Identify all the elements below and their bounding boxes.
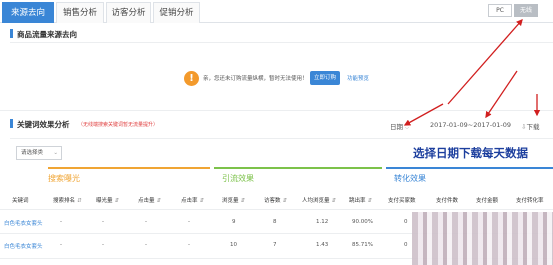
cell-rank: - — [60, 219, 62, 225]
column-header-label: 点击量 — [138, 198, 155, 204]
keyword-link[interactable]: 白色毛衣女套头 — [4, 219, 43, 227]
arrow-to-wireless — [447, 19, 523, 105]
sort-icon: ⇵ — [282, 198, 288, 204]
group-traffic-effect: 引流效果 — [222, 174, 254, 183]
column-header-label: 支付件数 — [436, 198, 459, 204]
column-header-label: 曝光量 — [96, 198, 113, 204]
cell-buyers: 0 — [404, 219, 408, 225]
column-header-label: 人均浏览量 — [302, 198, 330, 204]
column-header-label: 点击率 — [181, 198, 198, 204]
column-header[interactable]: 浏览量 ⇵ — [222, 196, 245, 204]
column-header-label: 搜索排名 — [53, 198, 76, 204]
group-conversion-effect: 转化效果 — [394, 174, 426, 183]
sort-icon: ⇵ — [114, 198, 120, 204]
column-header-label: 跳出率 — [349, 198, 366, 204]
cell-rank: - — [60, 242, 62, 248]
column-header-label: 浏览量 — [222, 198, 239, 204]
cell-clicks: - — [145, 219, 147, 225]
cell-exposure: - — [102, 219, 104, 225]
sort-icon: ⇵ — [199, 198, 205, 204]
sort-icon: ⇵ — [331, 198, 337, 204]
column-header[interactable]: 支付买家数 — [388, 196, 416, 204]
cell-exposure: - — [102, 242, 104, 248]
column-header[interactable]: 曝光量 ⇵ — [96, 196, 119, 204]
cell-buyers: 0 — [404, 242, 408, 248]
cell-uv: 8 — [273, 219, 277, 225]
column-header-label: 支付买家数 — [388, 198, 416, 204]
column-header[interactable]: 跳出率 ⇵ — [349, 196, 372, 204]
group-search-line — [48, 167, 210, 169]
group-search-exposure: 搜索曝光 — [48, 174, 80, 183]
obscured-values — [412, 212, 553, 265]
column-header[interactable]: 访客数 ⇵ — [264, 196, 287, 204]
sort-icon: ⇵ — [240, 198, 246, 204]
column-header[interactable]: 点击量 ⇵ — [138, 196, 161, 204]
column-header[interactable]: 点击率 ⇵ — [181, 196, 204, 204]
cell-ctr: - — [188, 219, 190, 225]
cell-avg-pv: 1.43 — [316, 242, 329, 248]
column-header: 关键词 — [12, 198, 29, 204]
keyword-link[interactable]: 白色毛衣女套头 — [4, 242, 43, 250]
arrow-to-date-label — [403, 103, 444, 126]
column-header[interactable]: 支付金额 — [476, 196, 498, 204]
cell-pv: 9 — [232, 219, 236, 225]
cell-pv: 10 — [230, 242, 237, 248]
row-divider — [0, 209, 553, 210]
column-header[interactable]: 支付件数 — [436, 196, 458, 204]
column-header[interactable]: 搜索排名 ⇵ — [53, 196, 82, 204]
cell-bounce: 85.71% — [352, 242, 373, 248]
column-header[interactable]: 支付转化率 — [516, 196, 544, 204]
cell-bounce: 90.00% — [352, 219, 373, 225]
sort-icon: ⇵ — [156, 198, 162, 204]
column-header-label: 支付转化率 — [516, 198, 544, 204]
group-conversion-line — [386, 167, 553, 169]
arrow-to-date — [485, 70, 518, 119]
column-header[interactable]: 人均浏览量 ⇵ — [302, 196, 336, 204]
column-header-label: 支付金额 — [476, 198, 499, 204]
sort-icon: ⇵ — [77, 198, 82, 204]
cell-avg-pv: 1.12 — [316, 219, 329, 225]
sort-icon: ⇵ — [367, 198, 373, 204]
cell-ctr: - — [188, 242, 190, 248]
group-traffic-line — [214, 167, 382, 169]
cell-uv: 7 — [273, 242, 277, 248]
column-header-label: 访客数 — [264, 198, 281, 204]
cell-clicks: - — [145, 242, 147, 248]
